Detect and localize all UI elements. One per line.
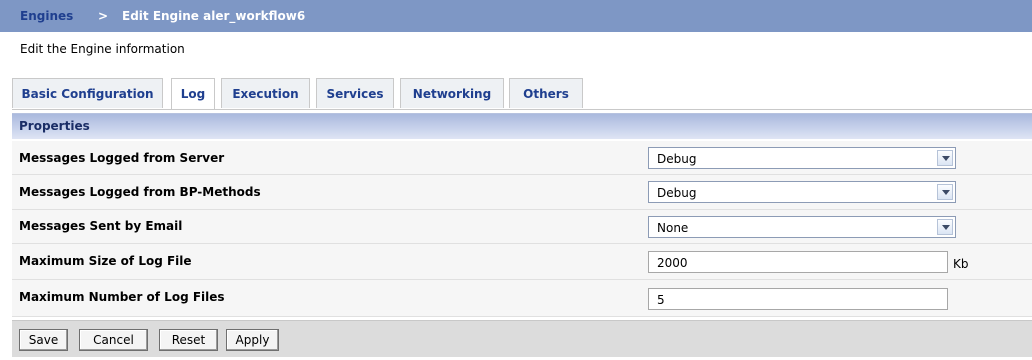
tab-log[interactable]: Log bbox=[171, 78, 215, 109]
max-size-label: Maximum Size of Log File bbox=[19, 254, 192, 268]
properties-section-header: Properties bbox=[12, 113, 1032, 139]
breadcrumb-separator: > bbox=[98, 9, 109, 23]
max-size-input[interactable]: 2000 bbox=[648, 251, 948, 273]
action-bar: Save Cancel Reset Apply bbox=[12, 320, 1032, 357]
server-messages-select[interactable]: Debug bbox=[648, 147, 956, 169]
bp-messages-select[interactable]: Debug bbox=[648, 181, 956, 203]
apply-button[interactable]: Apply bbox=[226, 329, 279, 351]
bp-messages-value: Debug bbox=[657, 186, 697, 200]
breadcrumb-current: Edit Engine aler_workflow6 bbox=[122, 9, 306, 23]
save-button[interactable]: Save bbox=[19, 329, 68, 351]
tab-execution[interactable]: Execution bbox=[221, 78, 310, 108]
email-messages-value: None bbox=[657, 221, 689, 235]
section-title: Properties bbox=[19, 119, 90, 133]
tab-bar: Basic Configuration Log Execution Servic… bbox=[12, 78, 1032, 110]
email-messages-label: Messages Sent by Email bbox=[19, 219, 183, 233]
max-files-value: 5 bbox=[657, 293, 665, 307]
server-messages-value: Debug bbox=[657, 152, 697, 166]
tab-others[interactable]: Others bbox=[509, 78, 583, 108]
breadcrumb-bar: Engines > Edit Engine aler_workflow6 bbox=[0, 0, 1032, 32]
chevron-down-icon[interactable] bbox=[937, 184, 953, 200]
max-files-input[interactable]: 5 bbox=[648, 288, 948, 310]
page-subtitle: Edit the Engine information bbox=[20, 42, 185, 56]
tab-networking[interactable]: Networking bbox=[400, 78, 504, 108]
chevron-down-icon[interactable] bbox=[937, 219, 953, 235]
breadcrumb-engines-link[interactable]: Engines bbox=[20, 9, 73, 23]
max-size-value: 2000 bbox=[657, 256, 688, 270]
bp-messages-label: Messages Logged from BP-Methods bbox=[19, 185, 261, 199]
email-messages-select[interactable]: None bbox=[648, 216, 956, 238]
tab-basic-configuration[interactable]: Basic Configuration bbox=[12, 78, 163, 108]
max-files-label: Maximum Number of Log Files bbox=[19, 290, 225, 304]
cancel-button[interactable]: Cancel bbox=[79, 329, 148, 351]
tab-services[interactable]: Services bbox=[316, 78, 394, 108]
chevron-down-icon[interactable] bbox=[937, 150, 953, 166]
max-size-unit: Kb bbox=[953, 257, 969, 271]
server-messages-label: Messages Logged from Server bbox=[19, 151, 225, 165]
reset-button[interactable]: Reset bbox=[159, 329, 218, 351]
